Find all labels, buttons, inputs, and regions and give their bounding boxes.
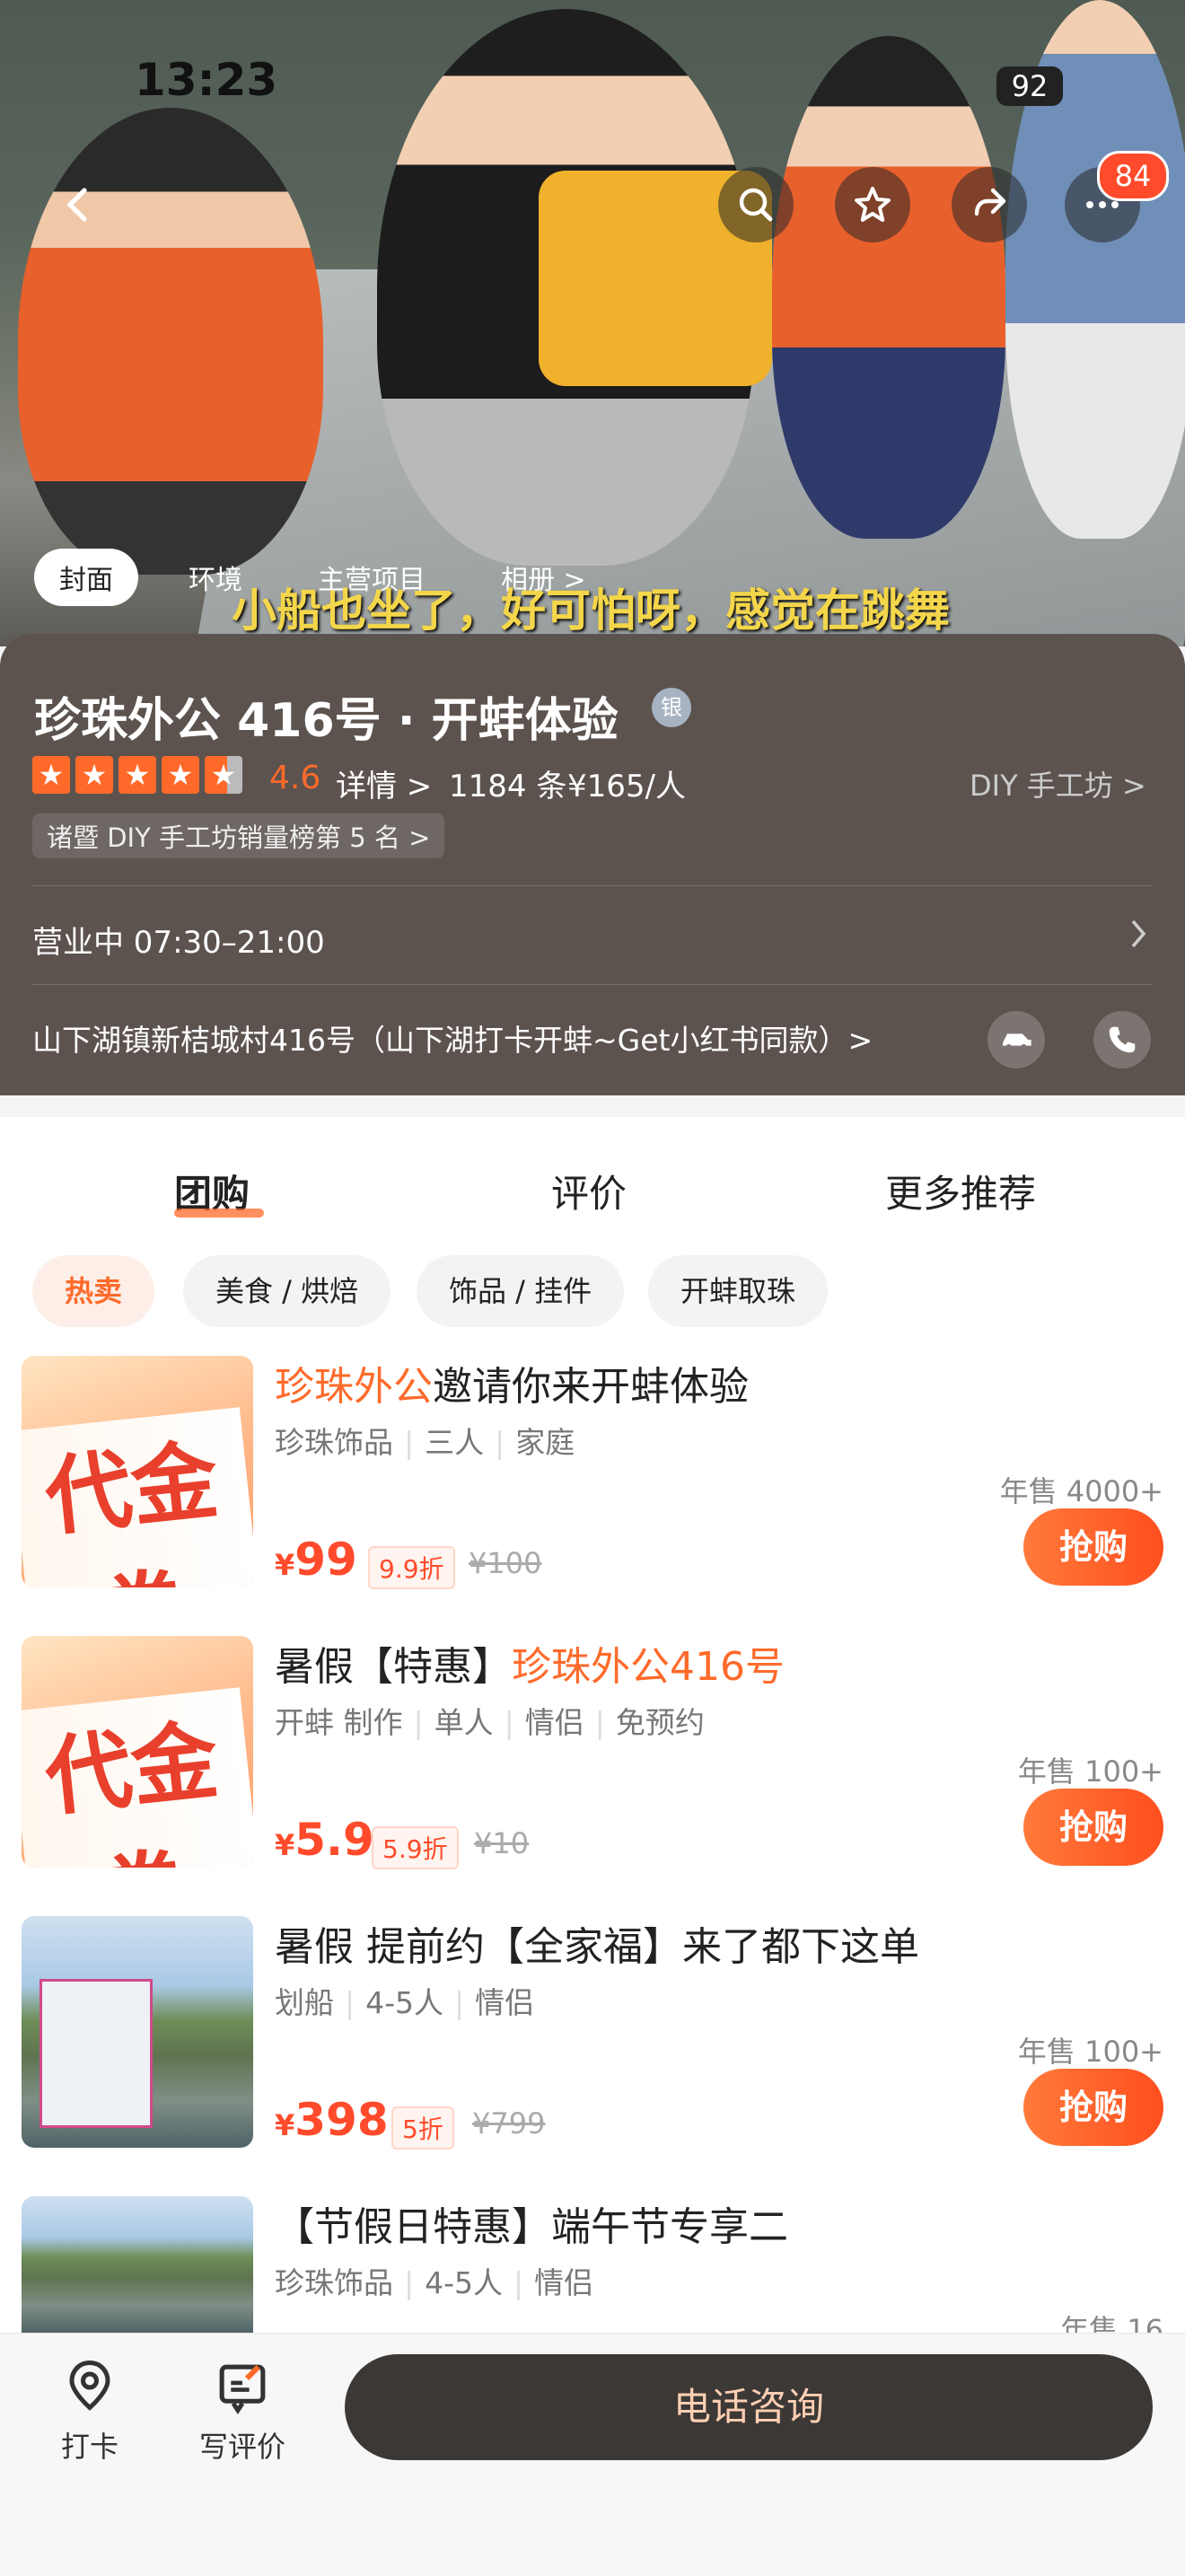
share-button[interactable] <box>952 167 1027 242</box>
edit-review-icon <box>219 2364 266 2414</box>
deal-title[interactable]: 暑假 提前约【全家福】来了都下这单 <box>275 1914 919 1972</box>
phone-consult-button[interactable]: 电话咨询 <box>345 2354 1153 2460</box>
buy-button[interactable]: 抢购 <box>1023 2069 1163 2146</box>
favorite-button[interactable] <box>835 167 910 242</box>
car-icon <box>1003 1033 1031 1051</box>
details-link[interactable]: 详情 > <box>336 761 432 805</box>
deal-tags: 划船 | 4-5人 | 情侣 <box>275 1985 535 2020</box>
deal-image-photo[interactable] <box>22 1916 253 2148</box>
star-icon: ★ <box>75 756 113 794</box>
deal-tags: 开蚌 制作 | 单人 | 情侣 | 免预约 <box>275 1705 705 1740</box>
deal-title[interactable]: 【节假日特惠】端午节专享二 <box>275 2194 788 2252</box>
buy-button[interactable]: 抢购 <box>1023 1508 1163 1586</box>
category-link[interactable]: DIY 手工坊 > <box>970 763 1146 804</box>
deal-sold-count: 年售 4000+ <box>999 1474 1163 1508</box>
divider <box>32 885 1153 886</box>
deal-tags: 珍珠饰品 | 三人 | 家庭 <box>275 1425 575 1460</box>
chip-open-pearl[interactable]: 开蚌取珠 <box>648 1255 829 1327</box>
deal-price: ¥398 <box>275 2094 389 2146</box>
shop-title: 珍珠外公 416号 · 开蚌体验 <box>34 694 619 748</box>
deal-tags: 珍珠饰品 | 4-5人 | 情侣 <box>275 2265 594 2300</box>
checkin-label: 打卡 <box>60 2430 118 2464</box>
write-review-button[interactable]: 写评价 <box>190 2358 294 2466</box>
deal-discount: 9.9折 <box>368 1546 455 1589</box>
tab-reviews[interactable]: 评价 <box>551 1164 627 1218</box>
rank-tag[interactable]: 诸暨 DIY 手工坊销量榜第 5 名 > <box>32 813 445 858</box>
shop-address[interactable]: 山下湖镇新桔城村416号（山下湖打卡开蚌~Get小红书同款）> <box>32 1016 873 1059</box>
deal-price: ¥99 <box>275 1534 357 1586</box>
chip-hot[interactable]: 热卖 <box>32 1255 155 1327</box>
deal-image-voucher[interactable]: 代金券 <box>22 1356 253 1587</box>
divider <box>32 984 1153 985</box>
rating-score: 4.6 <box>269 760 321 796</box>
silver-badge-icon: 银 <box>652 688 691 727</box>
star-icon: ★ <box>162 756 199 794</box>
star-outline-icon <box>855 187 891 222</box>
phone-button[interactable] <box>1093 1011 1151 1068</box>
hours-chevron-icon <box>1129 916 1147 955</box>
deal-sold-count: 年售 100+ <box>1017 2035 1163 2069</box>
tab-more-recommend[interactable]: 更多推荐 <box>885 1164 1036 1218</box>
write-review-label: 写评价 <box>198 2430 285 2464</box>
person-child <box>772 36 1005 539</box>
deal-original-price: ¥100 <box>469 1546 542 1580</box>
chevron-left-icon <box>66 188 87 222</box>
review-count: 1184 条 <box>449 769 567 804</box>
search-button[interactable] <box>718 167 794 242</box>
location-pin-icon <box>69 2360 110 2411</box>
share-icon <box>974 188 1006 216</box>
status-time: 13:23 <box>135 54 278 106</box>
navigation-button[interactable] <box>988 1011 1045 1068</box>
deal-original-price: ¥10 <box>474 1826 530 1860</box>
deal-image-photo[interactable] <box>22 2196 253 2333</box>
video-subtitle: 小船也坐了，好可怕呀，感觉在跳舞 <box>232 585 950 637</box>
active-tab-indicator <box>174 1209 264 1218</box>
chip-jewelry[interactable]: 饰品 / 挂件 <box>417 1255 625 1327</box>
notification-badge: 84 <box>1097 151 1169 201</box>
star-half-icon: ★ <box>205 756 242 794</box>
hero-tab-cover[interactable]: 封面 <box>34 549 138 606</box>
rating-stars: ★ ★ ★ ★ ★ <box>32 756 242 794</box>
deal-title[interactable]: 珍珠外公邀请你来开蚌体验 <box>275 1354 749 1411</box>
deal-price: ¥5.9 <box>275 1814 374 1866</box>
checkin-button[interactable]: 打卡 <box>47 2358 133 2466</box>
search-icon <box>739 188 773 222</box>
deal-discount: 5折 <box>391 2106 454 2150</box>
deal-image-voucher[interactable]: 代金券 <box>22 1636 253 1868</box>
phone-icon <box>1109 1026 1136 1053</box>
avg-price: ¥165/人 <box>567 769 686 804</box>
deal-discount: 5.9折 <box>372 1826 459 1869</box>
back-button[interactable] <box>41 167 117 242</box>
battery-indicator: 92 <box>996 66 1063 106</box>
deal-title[interactable]: 暑假【特惠】珍珠外公416号 <box>275 1634 785 1692</box>
buy-button[interactable]: 抢购 <box>1023 1789 1163 1866</box>
star-icon: ★ <box>118 756 156 794</box>
deal-original-price: ¥799 <box>472 2106 546 2141</box>
deal-sold-count: 年售 100+ <box>1017 1754 1163 1789</box>
star-icon: ★ <box>32 756 70 794</box>
chip-food-baking[interactable]: 美食 / 烘焙 <box>183 1255 391 1327</box>
opening-hours[interactable]: 营业中 07:30–21:00 <box>32 918 325 962</box>
